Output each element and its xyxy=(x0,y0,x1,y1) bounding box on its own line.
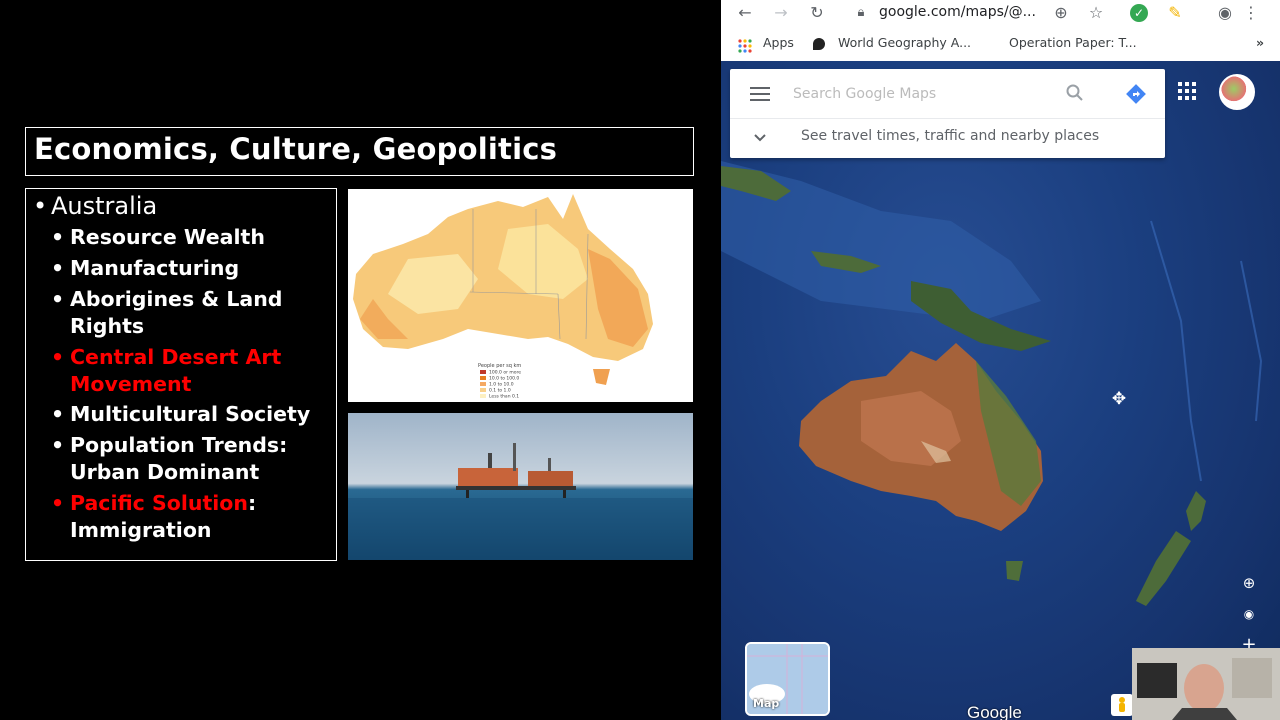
legend-row: 100.0 or more xyxy=(480,370,521,376)
chevron-down-icon[interactable] xyxy=(752,129,768,145)
globe-view-icon[interactable]: ⊕ xyxy=(1237,571,1261,595)
add-circle-icon[interactable]: ⊕ xyxy=(1051,3,1071,23)
apps-icon[interactable] xyxy=(738,38,752,53)
bookmark-apps[interactable]: Apps xyxy=(763,35,794,50)
presentation-slide: Economics, Culture, Geopolitics • Austral… xyxy=(0,0,721,720)
pegman-icon[interactable] xyxy=(1111,694,1133,716)
extension-pen-icon[interactable]: ✎ xyxy=(1165,3,1185,23)
google-map-canvas[interactable]: See travel times, traffic and nearby pla… xyxy=(721,61,1280,720)
bookmarks-bar: Apps World Geography A... Operation Pape… xyxy=(721,29,1280,59)
travel-times-prompt[interactable]: See travel times, traffic and nearby pla… xyxy=(801,128,1099,144)
back-icon[interactable]: ← xyxy=(735,3,755,23)
browser-toolbar: ← → ↻ 🔒︎ google.com/maps/@... ⊕ ☆ ✓ ✎ ◉ … xyxy=(721,0,1280,27)
main-bullet-text: Australia xyxy=(51,192,158,220)
sub-bullet-highlighted: • Pacific Solution: Immigration xyxy=(51,491,257,542)
main-bullet: • Australia xyxy=(33,192,158,220)
menu-kebab-icon[interactable]: ⋮ xyxy=(1241,3,1261,23)
legend-row: 10.0 to 100.0 xyxy=(480,376,519,382)
sub-bullet: • Aborigines & Land Rights xyxy=(51,287,283,338)
sub-bullet: • Manufacturing xyxy=(51,256,240,280)
my-location-icon[interactable]: ◉ xyxy=(1237,602,1261,626)
forward-icon[interactable]: → xyxy=(771,3,791,23)
bookmark-world-geography[interactable]: World Geography A... xyxy=(838,35,971,50)
sub-bullet: • Resource Wealth xyxy=(51,225,265,249)
legend-row: 0.1 to 1.0 xyxy=(480,388,511,394)
map-layer-toggle[interactable]: Map xyxy=(745,642,830,716)
bookmark-operation-paper[interactable]: Operation Paper: T... xyxy=(1009,35,1137,50)
bookmark-favicon-icon xyxy=(813,38,825,50)
address-bar-url[interactable]: google.com/maps/@... xyxy=(879,4,1036,20)
hamburger-menu-icon[interactable] xyxy=(750,87,770,101)
webcam-overlay xyxy=(1132,648,1280,720)
legend-row: 1.0 to 10.0 xyxy=(480,382,514,388)
maps-search-card: See travel times, traffic and nearby pla… xyxy=(730,69,1165,158)
directions-icon[interactable] xyxy=(1125,83,1146,104)
legend-row: Less than 0.1 xyxy=(480,394,519,400)
google-apps-icon[interactable] xyxy=(1178,82,1196,100)
slide-title: Economics, Culture, Geopolitics xyxy=(34,132,558,166)
oil-rig-graphic xyxy=(348,443,693,560)
bookmarks-overflow-icon[interactable]: » xyxy=(1256,35,1264,50)
reload-icon[interactable]: ↻ xyxy=(807,3,827,23)
map-layer-label: Map xyxy=(753,697,780,710)
legend-title: People per sq km xyxy=(478,363,522,369)
slide-title-box: Economics, Culture, Geopolitics xyxy=(25,127,694,176)
lock-icon[interactable]: 🔒︎ xyxy=(851,3,871,23)
bookmark-star-icon[interactable]: ☆ xyxy=(1086,3,1106,23)
sub-bullet: • Multicultural Society xyxy=(51,402,311,426)
search-card-divider xyxy=(730,118,1165,119)
offshore-oil-rig-photo xyxy=(348,413,693,560)
search-icon[interactable] xyxy=(1065,83,1085,103)
account-avatar[interactable] xyxy=(1219,74,1255,110)
australia-population-map-image: People per sq km 100.0 or more 10.0 to 1… xyxy=(348,189,693,402)
sub-bullet-highlighted: • Central Desert Art Movement xyxy=(51,345,282,396)
satellite-terrain xyxy=(721,161,1263,606)
extension-check-icon[interactable]: ✓ xyxy=(1130,4,1148,22)
maps-search-input[interactable] xyxy=(793,81,1053,107)
sub-bullet: • Population Trends: Urban Dominant xyxy=(51,433,288,484)
profile-icon[interactable]: ◉ xyxy=(1215,3,1235,23)
move-cursor-icon: ✥ xyxy=(1111,389,1127,409)
google-logo: Google xyxy=(967,703,1022,720)
bullet-list: • Australia • Resource Wealth • Manufacturi… xyxy=(25,188,337,561)
browser-window: ← → ↻ 🔒︎ google.com/maps/@... ⊕ ☆ ✓ ✎ ◉ … xyxy=(721,0,1280,720)
